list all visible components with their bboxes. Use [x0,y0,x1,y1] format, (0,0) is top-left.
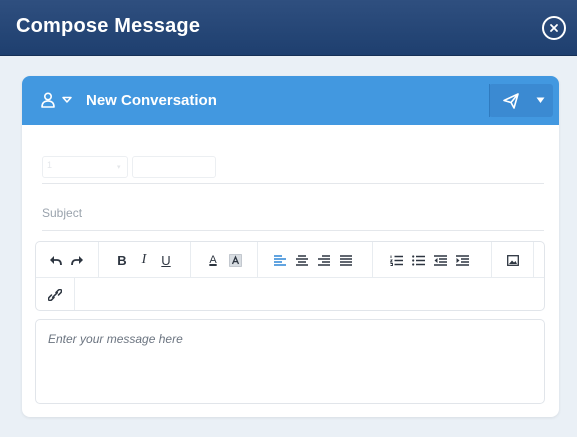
compose-titlebar: Compose Message [0,0,577,56]
align-justify-icon [340,254,352,266]
undo-icon [49,255,62,265]
recipient-divider [42,183,544,184]
text-style-group: B I U [111,242,177,278]
align-left-icon [274,254,286,266]
text-color-label: A [209,254,217,266]
chevron-down-icon[interactable] [62,96,72,104]
send-icon[interactable] [503,93,519,109]
send-button-group [489,84,553,117]
image-icon [507,254,519,266]
compose-card: New Conversation 1 ▾ Subject B I U A Ent… [22,76,559,417]
insert-image-button[interactable] [502,248,524,272]
redo-icon [70,255,83,265]
outdent-button[interactable] [429,248,451,272]
send-options-chevron-icon[interactable] [536,97,545,104]
bold-label: B [117,252,127,268]
list-group [385,242,473,278]
link-icon [48,288,62,301]
indent-button[interactable] [451,248,473,272]
recipient-field-1[interactable]: 1 ▾ [42,156,128,178]
unordered-list-icon [411,254,425,266]
align-right-button[interactable] [313,248,335,272]
media-group [502,242,524,278]
close-icon [550,24,558,32]
user-icon[interactable] [41,92,55,108]
history-group [44,242,88,278]
conversation-header: New Conversation [22,76,559,125]
ordered-list-button[interactable] [385,248,407,272]
underline-button[interactable]: U [155,248,177,272]
ordered-list-icon [389,255,403,266]
align-right-icon [318,254,330,266]
toolbar-row-divider [36,277,544,278]
recipient-field-2[interactable] [132,156,216,178]
alignment-group [269,242,357,278]
color-group: A [202,242,246,278]
text-color-button[interactable]: A [202,248,224,272]
redo-button[interactable] [66,248,88,272]
align-center-button[interactable] [291,248,313,272]
message-editor[interactable]: Enter your message here [35,319,545,404]
undo-button[interactable] [44,248,66,272]
align-justify-button[interactable] [335,248,357,272]
highlight-icon [228,253,242,267]
conversation-title: New Conversation [86,92,217,109]
italic-button[interactable]: I [133,248,155,272]
insert-link-button[interactable] [36,278,74,311]
formatting-toolbar: B I U A [35,241,545,311]
align-center-icon [296,254,308,266]
recipient-field-1-value: 1 [47,160,53,170]
message-placeholder: Enter your message here [48,332,183,346]
window-title: Compose Message [16,15,201,37]
chevron-down-icon: ▾ [117,164,121,171]
indent-icon [455,254,469,266]
outdent-icon [433,254,447,266]
underline-label: U [161,252,171,268]
highlight-color-button[interactable] [224,248,246,272]
bold-button[interactable]: B [111,248,133,272]
align-left-button[interactable] [269,248,291,272]
close-button[interactable] [542,16,566,40]
unordered-list-button[interactable] [407,248,429,272]
italic-label: I [141,252,147,267]
subject-input[interactable]: Subject [42,206,82,220]
subject-divider [42,230,544,231]
